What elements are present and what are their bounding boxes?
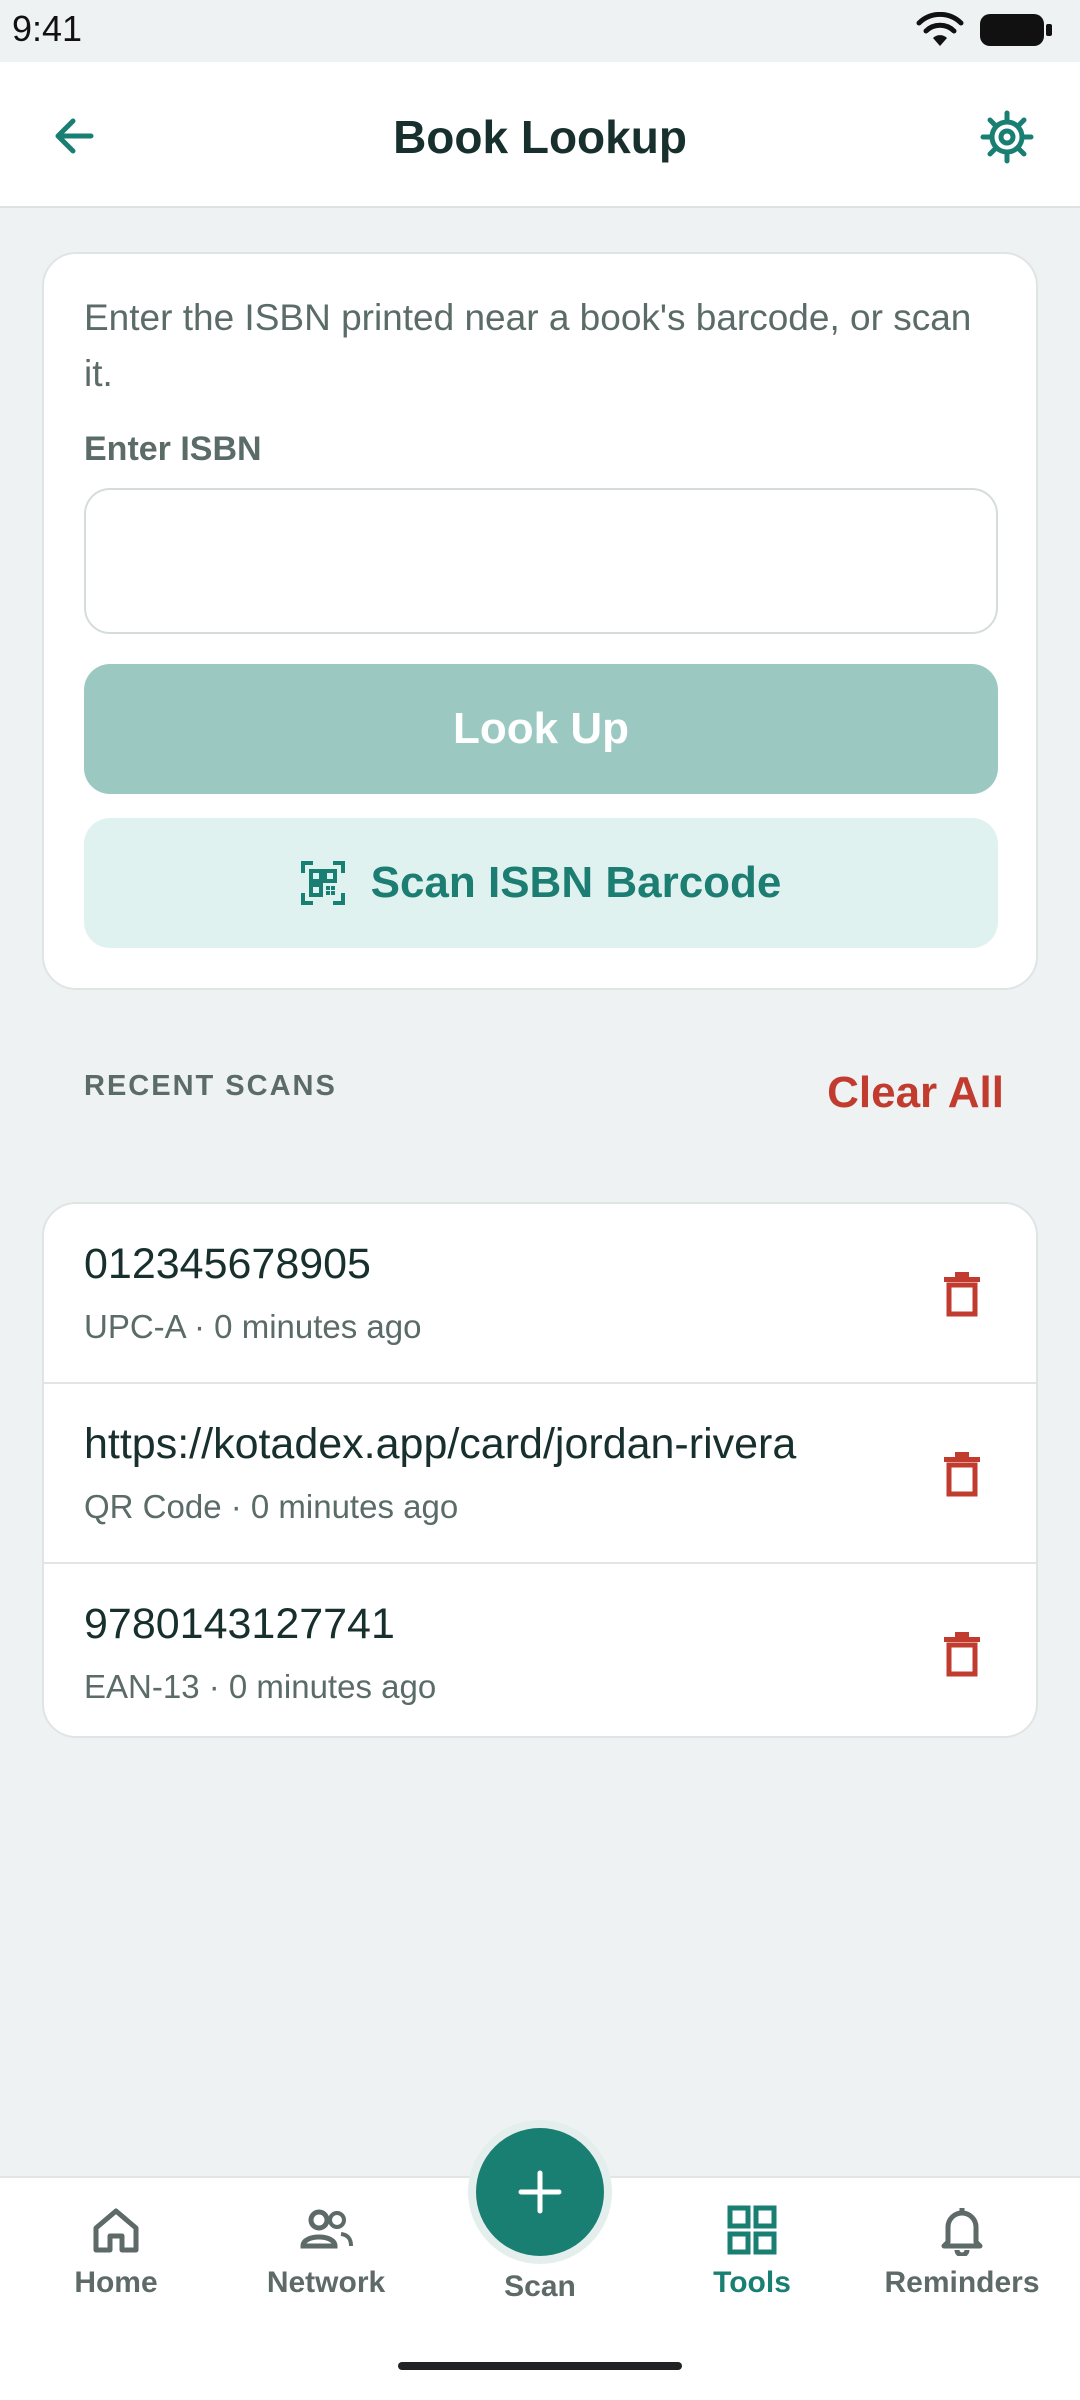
barcode-scan-icon <box>300 861 345 905</box>
nav-tools[interactable]: Tools <box>644 2204 860 2334</box>
helper-text: Enter the ISBN printed near a book's bar… <box>84 297 972 394</box>
lookup-card: Enter the ISBN printed near a book's bar… <box>42 252 1038 990</box>
nav-network-label: Network <box>266 2266 386 2299</box>
wifi-icon <box>916 12 964 46</box>
gear-icon <box>980 110 1034 164</box>
list-item[interactable]: 012345678905 UPC-A · 0 minutes ago <box>44 1204 1036 1384</box>
scan-value: 9780143127741 <box>84 1600 395 1648</box>
delete-button[interactable] <box>930 1442 994 1506</box>
scan-meta: EAN-13 · 0 minutes ago <box>84 1668 437 1705</box>
settings-button[interactable] <box>974 104 1040 170</box>
status-time: 9:41 <box>12 8 83 49</box>
isbn-field-label: Enter ISBN <box>84 430 262 468</box>
nav-home-label: Home <box>74 2266 158 2299</box>
recent-scans-heading: RECENT SCANS <box>84 1070 337 1102</box>
people-icon <box>300 2209 353 2249</box>
scan-button-label: Scan ISBN Barcode <box>370 858 782 907</box>
list-item[interactable]: 9780143127741 EAN-13 · 0 minutes ago <box>44 1564 1036 1736</box>
status-bar: 9:41 <box>0 0 1080 62</box>
recent-scans-list: 012345678905 UPC-A · 0 minutes ago https… <box>42 1202 1038 1738</box>
trash-icon <box>944 1632 980 1677</box>
trash-icon <box>944 1452 980 1497</box>
home-icon <box>93 2208 139 2253</box>
scan-value: 012345678905 <box>84 1240 371 1288</box>
list-item[interactable]: https://kotadex.app/card/jordan-rivera Q… <box>44 1384 1036 1564</box>
status-icons <box>916 12 1054 48</box>
page-title: Book Lookup <box>393 111 687 163</box>
scan-isbn-barcode-button[interactable]: Scan ISBN Barcode <box>84 818 998 948</box>
battery-icon <box>980 14 1052 46</box>
scan-value: https://kotadex.app/card/jordan-rivera <box>84 1420 797 1468</box>
clear-all-button[interactable]: Clear All <box>827 1068 1004 1118</box>
trash-icon <box>944 1272 980 1317</box>
nav-scan-label: Scan <box>504 2270 576 2303</box>
isbn-input[interactable] <box>84 488 998 634</box>
scan-meta: UPC-A · 0 minutes ago <box>84 1308 422 1345</box>
bell-icon <box>941 2208 983 2256</box>
delete-button[interactable] <box>930 1622 994 1686</box>
nav-reminders-label: Reminders <box>884 2266 1040 2299</box>
grid-icon <box>727 2205 777 2255</box>
scan-meta: QR Code · 0 minutes ago <box>84 1488 459 1525</box>
nav-home[interactable]: Home <box>8 2204 224 2334</box>
nav-reminders[interactable]: Reminders <box>854 2204 1070 2334</box>
look-up-button[interactable]: Look Up <box>84 664 998 794</box>
nav-tools-label: Tools <box>713 2266 791 2299</box>
app-bar: Book Lookup <box>0 62 1080 208</box>
nav-network[interactable]: Network <box>218 2204 434 2334</box>
delete-button[interactable] <box>930 1262 994 1326</box>
plus-icon <box>518 2170 562 2214</box>
home-indicator <box>398 2362 682 2370</box>
scan-fab-button[interactable] <box>476 2128 604 2256</box>
